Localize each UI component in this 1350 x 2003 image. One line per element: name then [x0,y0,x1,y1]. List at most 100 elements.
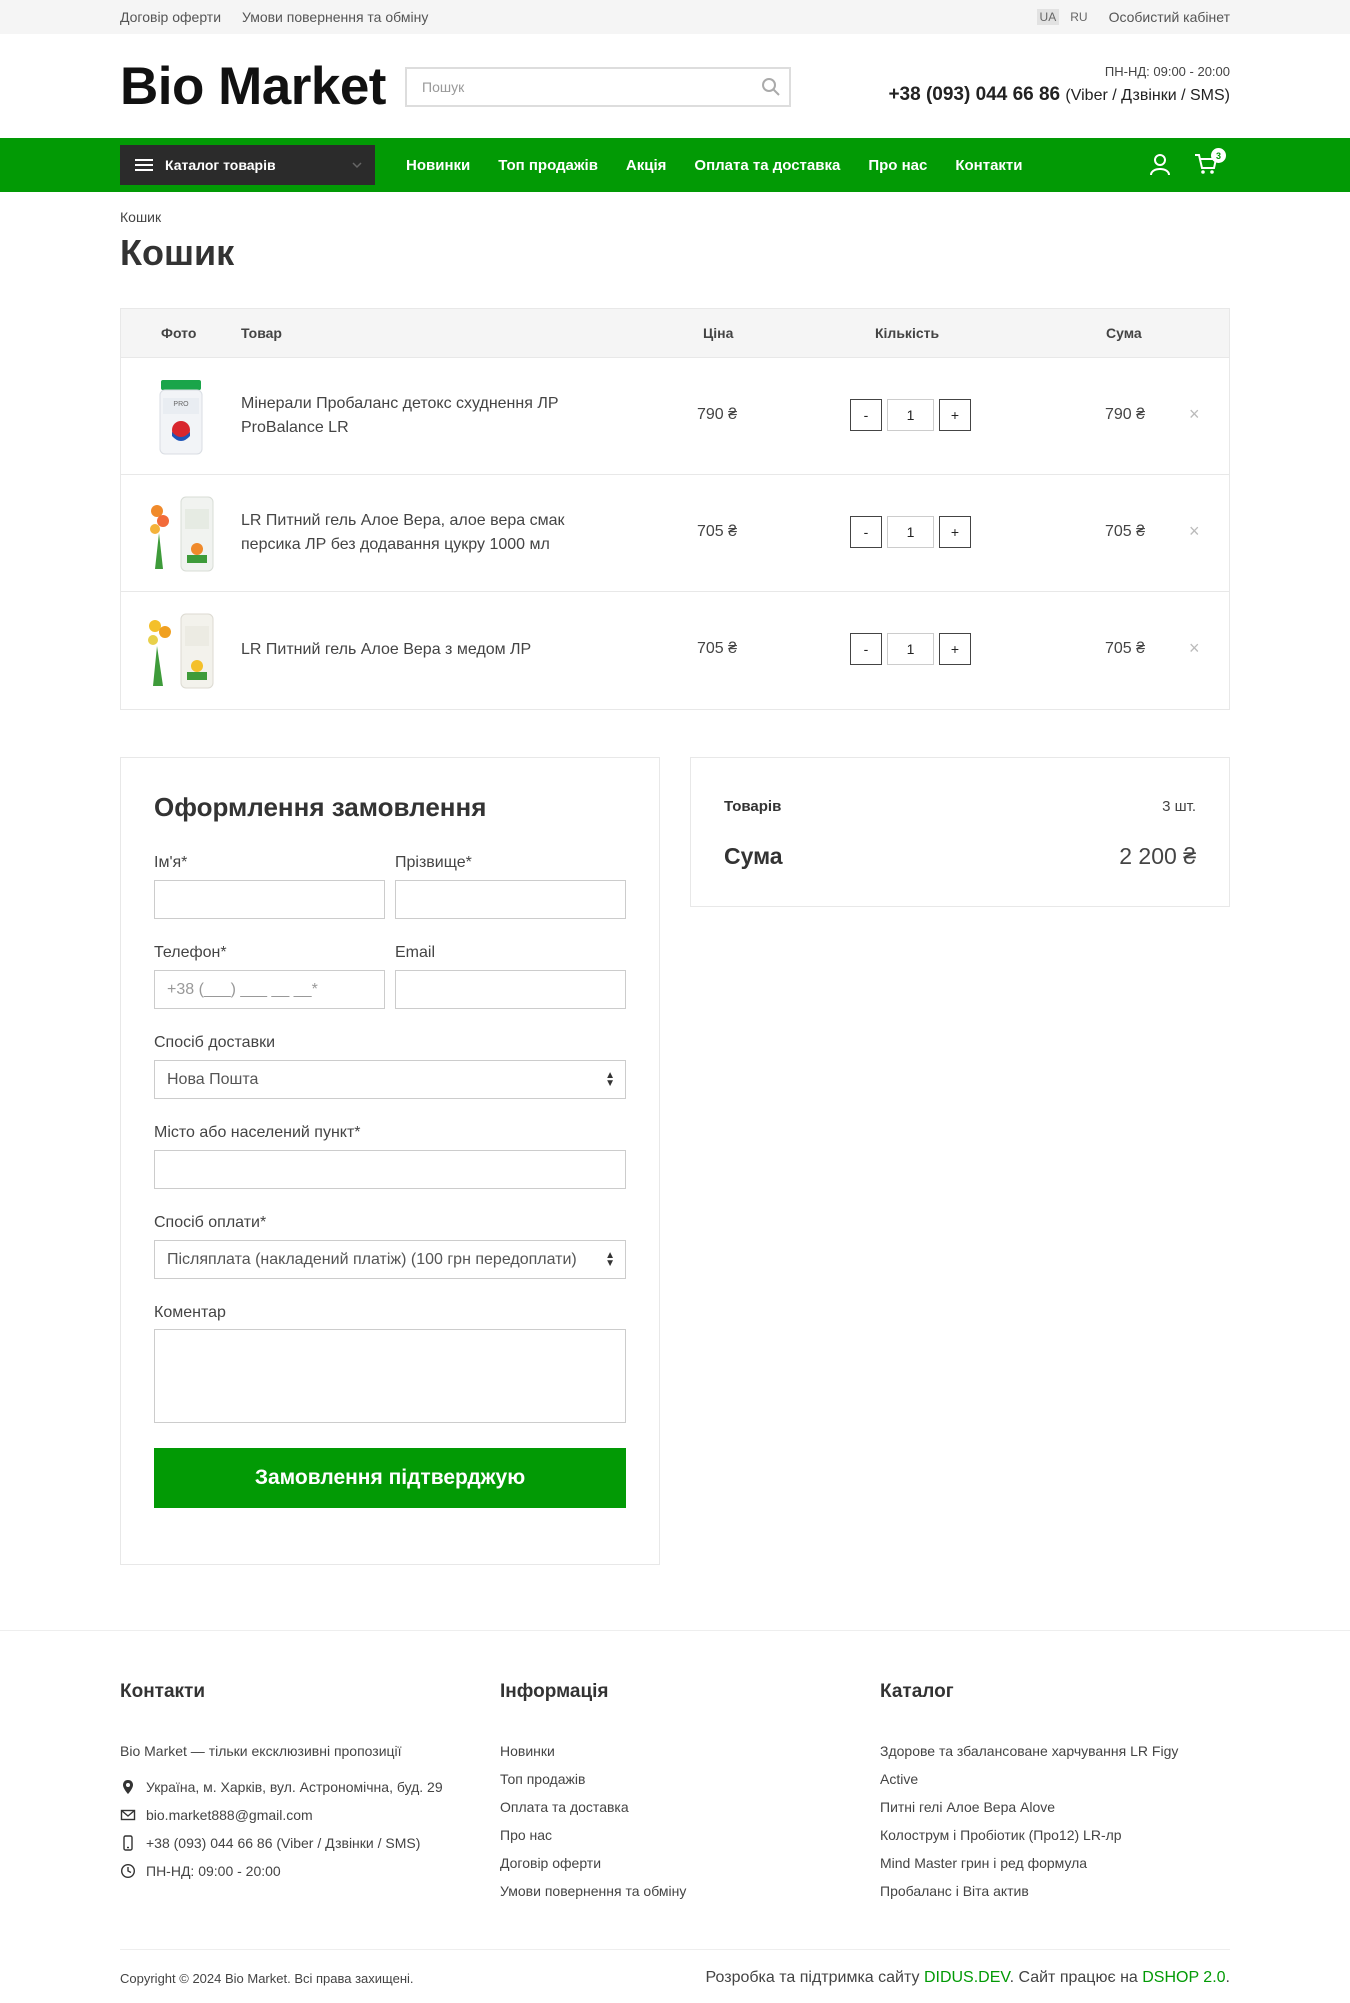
product-name[interactable]: Мінерали Пробаланс детокс схуднення ЛР P… [241,392,581,440]
increase-qty-button[interactable]: + [939,399,971,431]
phone-field[interactable]: +38 (___) ___ __ __* [154,970,385,1009]
developer-link[interactable]: DIDUS.DEV [924,1969,1010,1986]
delivery-select[interactable]: Нова Пошта ▲ ▼ [154,1060,626,1099]
quantity-input[interactable]: 1 [887,633,934,665]
main-nav: Каталог товарів Новинки Топ продажів Акц… [0,138,1350,192]
cart-table-header: Фото Товар Ціна Кількість Сума [121,309,1229,358]
footer-address: Україна, м. Харків, вул. Астрономічна, б… [120,1773,443,1801]
dev-suffix: . [1225,1969,1230,1986]
dev-middle: . Сайт працює на [1009,1969,1138,1986]
remove-item-button[interactable]: × [1189,521,1200,542]
footer-email-text: bio.market888@gmail.com [146,1807,313,1823]
logo[interactable]: Bio Market [120,56,386,117]
menu-icon [135,159,153,171]
decrease-qty-button[interactable]: - [850,399,882,431]
cart-row: LR Питний гель Алое Вера з медом ЛР 705 … [121,592,1229,709]
payment-label: Спосіб оплати* [154,1214,267,1231]
comment-label: Коментар [154,1304,226,1321]
quantity-input[interactable]: 1 [887,399,934,431]
footer-catalog-link[interactable]: Mind Master грин і ред формула [880,1849,1178,1877]
cms-link[interactable]: DSHOP 2.0 [1142,1969,1225,1986]
footer-link[interactable]: Договір оферти [500,1849,686,1877]
increase-qty-button[interactable]: + [939,516,971,548]
order-summary: Товарів 3 шт. Сума 2 200 ₴ [690,757,1230,907]
payment-select[interactable]: Післяплата (накладений платіж) (100 грн … [154,1240,626,1279]
comment-textarea[interactable] [154,1329,626,1423]
first-name-field[interactable] [154,880,385,919]
phone-number: +38 (093) 044 66 86 [888,84,1061,105]
decrease-qty-button[interactable]: - [850,633,882,665]
last-name-field[interactable] [395,880,626,919]
product-price: 705 ₴ [697,640,738,657]
product-image[interactable] [141,610,221,690]
account-link[interactable]: Особистий кабінет [1109,9,1230,25]
phone-icon [123,1835,133,1851]
copyright: Copyright © 2024 Bio Market. Всі права з… [120,1971,414,1986]
nav-item-top[interactable]: Топ продажів [498,157,598,174]
city-field[interactable] [154,1150,626,1189]
cart-button[interactable]: 3 [1194,148,1226,178]
email-field[interactable] [395,970,626,1009]
topbar-link-returns[interactable]: Умови повернення та обміну [242,9,428,25]
product-name[interactable]: LR Питний гель Алое Вера з медом ЛР [241,638,581,662]
lang-ru[interactable]: RU [1067,9,1090,25]
cart-row: LR Питний гель Алое Вера, алое вера смак… [121,475,1229,592]
top-bar: Договір оферти Умови повернення та обмін… [0,0,1350,34]
footer-info: Інформація Новинки Топ продажів Оплата т… [500,1681,686,1905]
items-count-value: 3 шт. [1162,798,1196,815]
user-icon[interactable] [1148,152,1172,176]
product-image[interactable] [141,493,221,573]
checkout-form: Оформлення замовлення Ім'я* Прізвище* Те… [120,757,660,1565]
total-label: Сума [724,843,783,869]
search-icon[interactable] [761,77,781,97]
topbar-link-offer[interactable]: Договір оферти [120,9,221,25]
items-count-label: Товарів [724,798,782,815]
footer: Контакти Bio Market — тільки ексклюзивні… [0,1630,1350,2003]
confirm-order-button[interactable]: Замовлення підтверджую [154,1448,626,1508]
total-value: 2 200 ₴ [1119,843,1196,869]
footer-catalog-link[interactable]: Active [880,1765,1178,1793]
footer-catalog-link[interactable]: Колострум і Пробіотик (Про12) LR-лр [880,1821,1178,1849]
product-name[interactable]: LR Питний гель Алое Вера, алое вера смак… [241,509,581,557]
col-qty: Кількість [875,325,940,341]
search-input[interactable] [407,69,737,105]
footer-phone[interactable]: +38 (093) 044 66 86 (Viber / Дзвінки / S… [120,1829,443,1857]
footer-catalog-link[interactable]: Питні гелі Алое Вера Alove [880,1793,1178,1821]
search-box [405,67,791,107]
decrease-qty-button[interactable]: - [850,516,882,548]
footer-catalog-link[interactable]: Пробаланс і Віта актив [880,1877,1178,1905]
nav-item-contacts[interactable]: Контакти [955,157,1022,174]
footer-link[interactable]: Умови повернення та обміну [500,1877,686,1905]
quantity-stepper: - 1 + [850,516,971,548]
nav-item-about[interactable]: Про нас [868,157,927,174]
nav-item-sale[interactable]: Акція [626,157,666,174]
remove-item-button[interactable]: × [1189,404,1200,425]
col-photo: Фото [161,325,197,341]
footer-email[interactable]: bio.market888@gmail.com [120,1801,443,1829]
first-name-label: Ім'я* [154,854,188,871]
header-phone[interactable]: +38 (093) 044 66 86 (Viber / Дзвінки / S… [888,84,1230,106]
lang-ua[interactable]: UA [1036,9,1060,25]
footer-link[interactable]: Про нас [500,1821,686,1849]
breadcrumb[interactable]: Кошик [120,209,161,225]
work-hours: ПН-НД: 09:00 - 20:00 [1104,64,1230,79]
footer-link[interactable]: Топ продажів [500,1765,686,1793]
footer-address-text: Україна, м. Харків, вул. Астрономічна, б… [146,1779,443,1795]
footer-divider [120,1949,1230,1950]
footer-link[interactable]: Оплата та доставка [500,1793,686,1821]
increase-qty-button[interactable]: + [939,633,971,665]
nav-item-delivery[interactable]: Оплата та доставка [694,157,840,174]
product-image[interactable]: PRO [141,376,221,456]
remove-item-button[interactable]: × [1189,638,1200,659]
footer-link[interactable]: Новинки [500,1737,686,1765]
nav-item-new[interactable]: Новинки [406,157,470,174]
footer-contacts-title: Контакти [120,1681,206,1702]
last-name-label: Прізвище* [395,854,472,871]
quantity-input[interactable]: 1 [887,516,934,548]
footer-catalog-link[interactable]: Здорове та збалансоване харчування LR Fi… [880,1737,1178,1765]
product-price: 705 ₴ [697,523,738,540]
footer-phone-text: +38 (093) 044 66 86 (Viber / Дзвінки / S… [146,1835,421,1851]
catalog-button[interactable]: Каталог товарів [120,145,375,185]
cart-row: PRO Мінерали Пробаланс детокс схуднення … [121,358,1229,475]
email-label: Email [395,944,436,961]
